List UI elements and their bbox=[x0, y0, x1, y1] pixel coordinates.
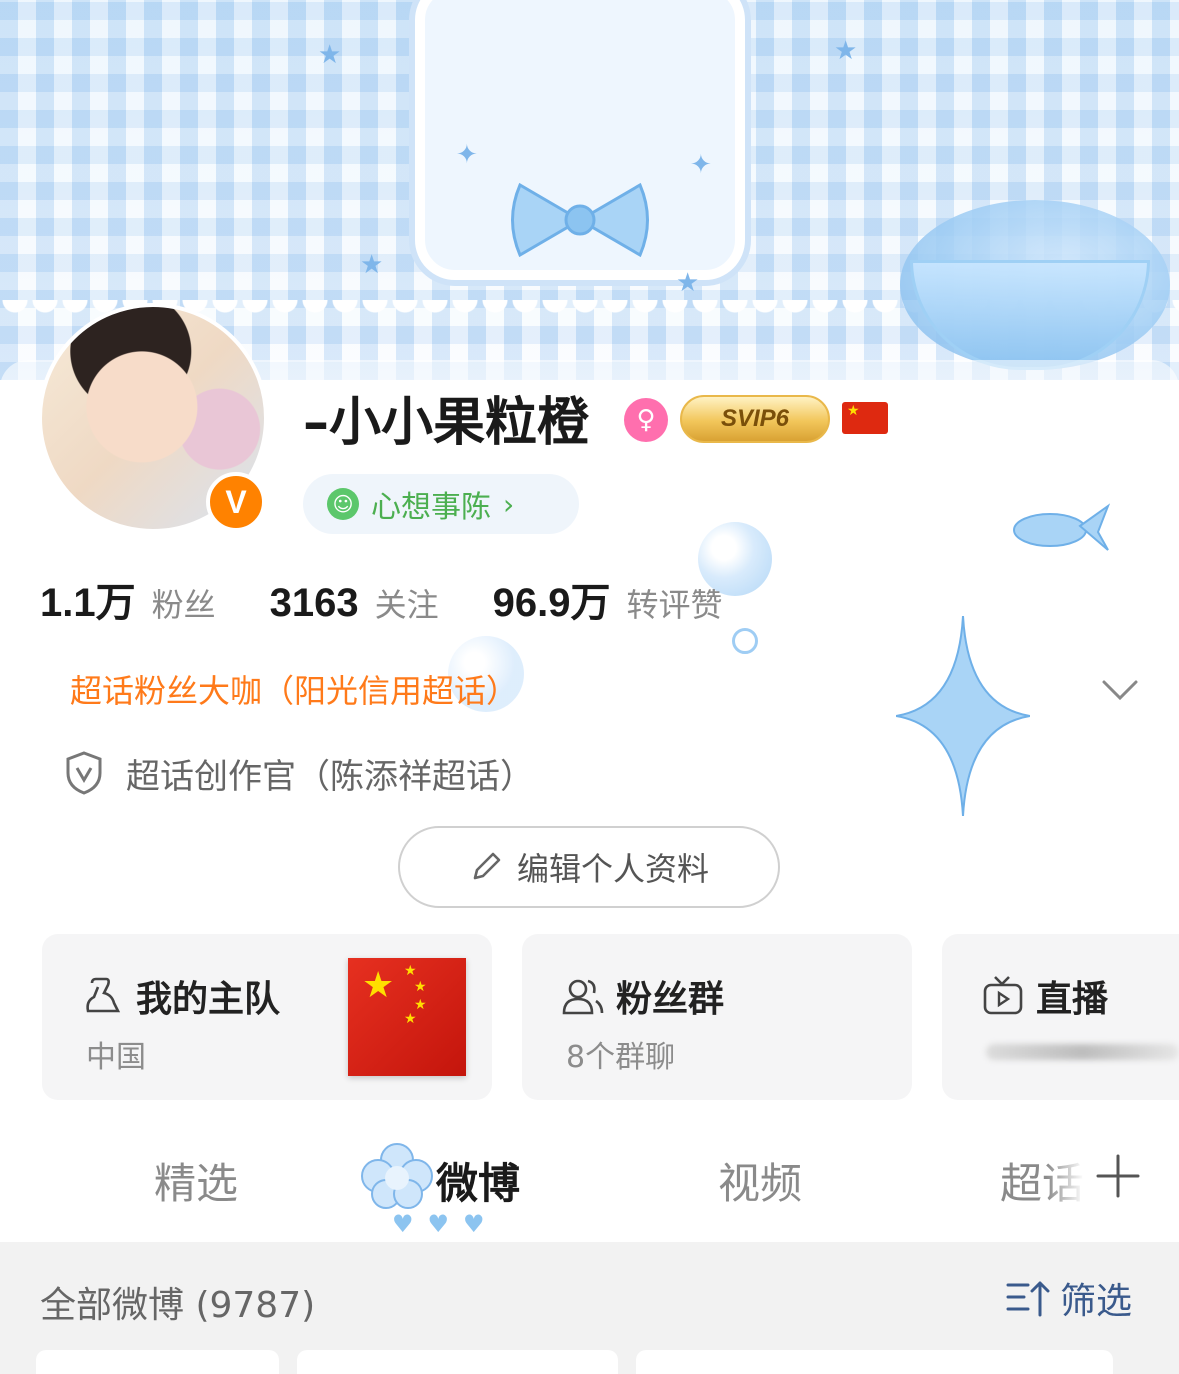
heart-icon: ♥ bbox=[427, 1210, 450, 1238]
star-decoration: ✦ bbox=[456, 140, 478, 170]
edit-profile-button[interactable]: 编辑个人资料 bbox=[398, 826, 780, 908]
card-title: 直播 bbox=[1036, 979, 1109, 1020]
female-gender-icon: ♀ bbox=[624, 398, 668, 442]
tv-icon bbox=[983, 976, 1023, 1015]
stat-label: 关注 bbox=[374, 586, 439, 624]
tab-indicator-hearts: ♥ ♥ ♥ bbox=[392, 1212, 485, 1236]
star-decoration: ★ bbox=[834, 36, 858, 66]
super-fan-tag[interactable]: 超话粉丝大咖（阳光信用超话） bbox=[70, 666, 518, 712]
tab-featured[interactable]: 精选 bbox=[154, 1150, 238, 1211]
stat-label: 粉丝 bbox=[151, 586, 216, 624]
feed-title: 全部微博 (9787) bbox=[40, 1285, 316, 1326]
tab-super-topic[interactable]: 超话 bbox=[1000, 1150, 1084, 1211]
feed-header: 全部微博 (9787) 筛选 bbox=[0, 1242, 1179, 1374]
bow-decoration bbox=[511, 182, 649, 258]
star-decoration: ★ bbox=[360, 250, 384, 280]
pencil-icon bbox=[473, 852, 501, 880]
creator-tag-text: 超话创作官（陈添祥超话） bbox=[126, 756, 534, 797]
chevron-right-icon: › bbox=[503, 487, 515, 521]
stat-followers[interactable]: 1.1万 粉丝 bbox=[40, 570, 216, 628]
feed-chip[interactable] bbox=[636, 1350, 1113, 1374]
stat-following[interactable]: 3163 关注 bbox=[270, 580, 439, 626]
edit-profile-label: 编辑个人资料 bbox=[516, 850, 709, 888]
tab-video[interactable]: 视频 bbox=[718, 1150, 802, 1211]
star-decoration: ★ bbox=[676, 268, 700, 298]
feed-chip[interactable] bbox=[36, 1350, 279, 1374]
profile-tabs: 精选 微博 视频 超话 bbox=[0, 1140, 1179, 1240]
card-subtitle: 8个群聊 bbox=[566, 1040, 676, 1075]
mood-text: 心想事陈 bbox=[371, 490, 491, 525]
stat-value: 1.1万 bbox=[40, 581, 136, 625]
stat-label: 转评赞 bbox=[626, 586, 723, 624]
profile-stats: 1.1万 粉丝 3163 关注 96.9万 转评赞 bbox=[40, 570, 777, 630]
fish-decoration bbox=[1013, 503, 1110, 551]
group-icon bbox=[562, 979, 604, 1015]
china-flag-image: ★ ★ ★ ★ ★ bbox=[348, 958, 466, 1076]
star-decoration: ★ bbox=[318, 40, 342, 70]
card-title: 我的主队 bbox=[136, 979, 281, 1020]
bubble-decoration bbox=[732, 628, 758, 654]
creator-tag[interactable]: 超话创作官（陈添祥超话） bbox=[64, 748, 534, 798]
team-icon bbox=[86, 977, 121, 1013]
feature-card-fan-group[interactable]: 粉丝群 8个群聊 bbox=[522, 934, 912, 1100]
mood-status-button[interactable]: ☺ 心想事陈 › bbox=[303, 474, 579, 534]
verified-mark: V bbox=[225, 483, 247, 520]
shield-icon bbox=[66, 751, 102, 795]
china-flag-icon: ★ bbox=[842, 402, 888, 434]
stat-value: 96.9万 bbox=[492, 581, 611, 625]
heart-icon: ♥ bbox=[463, 1210, 485, 1238]
tab-weibo[interactable]: 微博 bbox=[436, 1150, 520, 1211]
stat-value: 3163 bbox=[269, 581, 359, 625]
heart-icon: ♥ bbox=[392, 1210, 414, 1238]
blurred-subtitle bbox=[986, 1044, 1179, 1060]
feature-card-live[interactable]: 直播 bbox=[942, 934, 1179, 1100]
filter-icon bbox=[1006, 1281, 1050, 1317]
add-tab-icon[interactable] bbox=[1094, 1152, 1142, 1200]
card-subtitle: 中国 bbox=[86, 1040, 146, 1075]
flower-icon bbox=[361, 1143, 433, 1209]
star-decoration: ✦ bbox=[690, 150, 712, 180]
gender-symbol: ♀ bbox=[636, 405, 656, 435]
svip-badge[interactable]: SVIP6 bbox=[680, 395, 830, 443]
stat-interactions[interactable]: 96.9万 转评赞 bbox=[493, 570, 723, 628]
username: –小小果粒橙 bbox=[303, 393, 590, 453]
filter-label: 筛选 bbox=[1060, 1281, 1133, 1322]
filter-button[interactable]: 筛选 bbox=[1006, 1272, 1132, 1324]
feed-chip[interactable] bbox=[297, 1350, 618, 1374]
verified-badge-icon: V bbox=[206, 472, 266, 532]
chevron-down-icon[interactable] bbox=[1098, 668, 1142, 712]
sparkle-decoration bbox=[896, 616, 1030, 816]
smile-icon: ☺ bbox=[327, 488, 359, 520]
card-title: 粉丝群 bbox=[616, 979, 725, 1020]
